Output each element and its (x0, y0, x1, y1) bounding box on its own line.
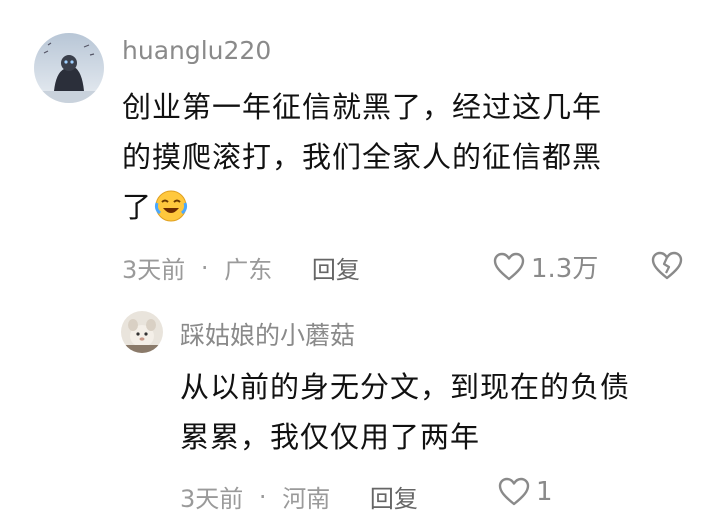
comment-meta: 3天前 · 广东 回复 (122, 250, 360, 285)
location: 广东 (224, 256, 273, 284)
avatar[interactable] (34, 33, 104, 103)
comment-text-fragment: 了 (122, 190, 153, 224)
comment-text-line: 了 (122, 182, 602, 232)
comment-text-line: 的摸爬滚打，我们全家人的征信都黑 (122, 140, 603, 174)
timestamp: 3天前 (122, 256, 186, 284)
username[interactable]: 踩姑娘的小蘑菇 (180, 316, 355, 352)
laugh-cry-emoji-icon (154, 189, 188, 223)
comment-text: 从以前的身无分文，到现在的负债 累累，我仅仅用了两年 (180, 362, 630, 462)
comment-text-line: 从以前的身无分文，到现在的负债 (180, 370, 631, 404)
comment-text-line: 累累，我仅仅用了两年 (180, 420, 481, 454)
like-count: 1 (536, 477, 553, 507)
comment-text-line: 创业第一年征信就黑了，经过这几年 (122, 90, 603, 124)
comment-text: 创业第一年征信就黑了，经过这几年 的摸爬滚打，我们全家人的征信都黑 了 (122, 82, 602, 232)
like-button[interactable]: 1 (498, 477, 553, 507)
edge-fade (565, 470, 720, 525)
reply-button[interactable]: 回复 (370, 479, 418, 514)
heart-icon (493, 252, 525, 282)
timestamp: 3天前 (180, 485, 244, 513)
like-button[interactable]: 1.3万 (493, 248, 598, 285)
separator: · (200, 253, 209, 282)
dislike-broken-heart-icon[interactable] (651, 251, 683, 281)
location: 河南 (282, 485, 331, 513)
like-count: 1.3万 (531, 254, 599, 284)
comment-meta: 3天前 · 河南 回复 (180, 479, 418, 514)
heart-icon (498, 477, 530, 507)
avatar[interactable] (121, 311, 163, 353)
reply-button[interactable]: 回复 (312, 250, 360, 285)
separator: · (258, 482, 267, 511)
username[interactable]: huanglu220 (122, 36, 271, 65)
